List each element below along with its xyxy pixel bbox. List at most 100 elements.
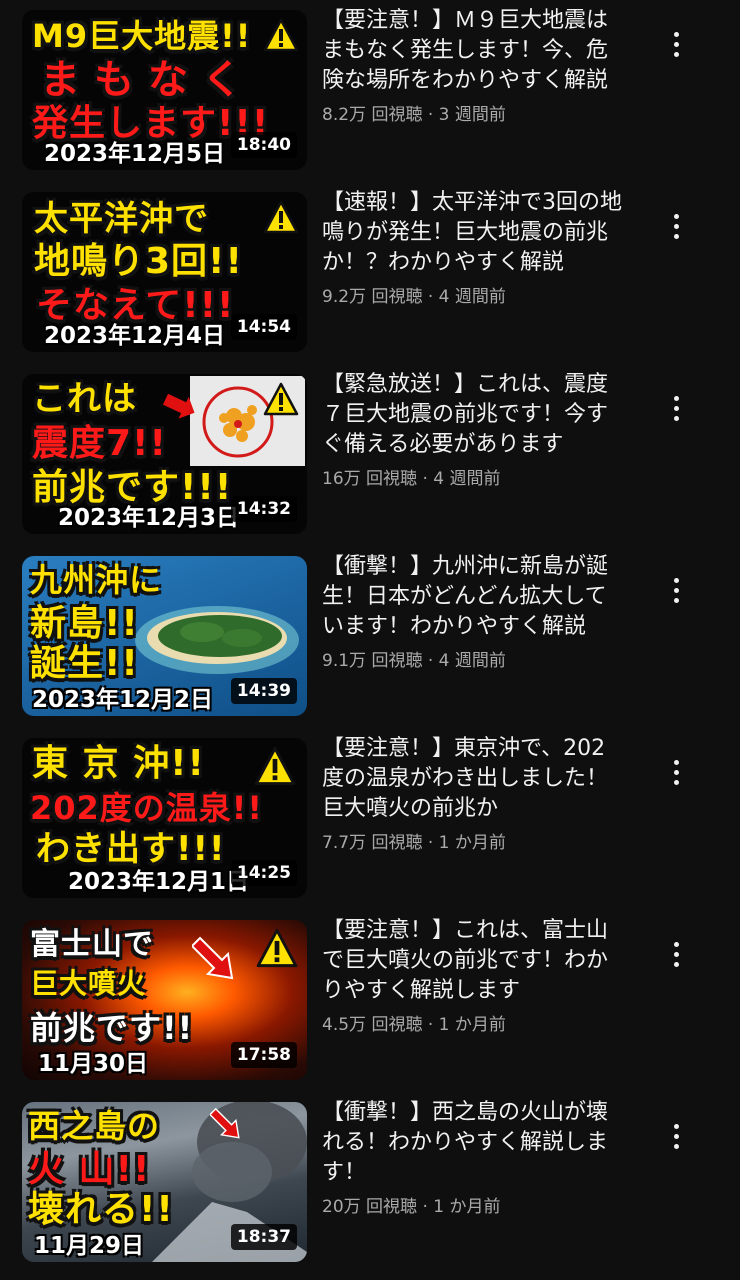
meta-separator: · <box>422 833 439 853</box>
thumbnail-date: 11月29日 <box>34 1233 145 1259</box>
thumbnail-caption: 西之島の <box>28 1107 161 1145</box>
warning-triangle-icon <box>263 200 299 234</box>
view-count: 9.2万 回視聴 <box>322 287 423 307</box>
video-feed: M9巨大地震!! まもなく 発生します!!! 2023年12月5日 18:40 … <box>0 0 740 1280</box>
video-info[interactable]: 【要注意！】Ｍ９巨大地震はまもなく発生します！今、危険な場所をわかりやすく解説 … <box>322 6 622 125</box>
view-count: 8.2万 回視聴 <box>322 105 423 125</box>
video-thumbnail[interactable]: これは 震度7!! 前兆です!!! 2023年12月3日 14:32 <box>22 374 307 534</box>
thumbnail-caption: 地鳴り3回!! <box>34 241 243 282</box>
warning-triangle-icon <box>256 928 298 968</box>
video-title[interactable]: 【要注意！】東京沖で、202度の温泉がわき出しました！巨大噴火の前兆か <box>322 734 622 824</box>
warning-triangle-icon <box>263 382 299 416</box>
video-info[interactable]: 【要注意！】これは、富士山で巨大噴火の前兆です！わかりやすく解説します 4.5万… <box>322 916 622 1035</box>
view-count: 4.5万 回視聴 <box>322 1015 423 1035</box>
island-image <box>135 606 299 674</box>
thumbnail-date: 2023年12月5日 <box>44 141 226 167</box>
thumbnail-date: 2023年12月1日 <box>68 869 250 895</box>
upload-age: 4 週間前 <box>433 469 501 489</box>
video-duration: 17:58 <box>230 1042 297 1068</box>
video-meta: 9.1万 回視聴 · 4 週間前 <box>322 646 622 671</box>
video-info[interactable]: 【速報！】太平洋沖で3回の地鳴りが発生！巨大地震の前兆か！？わかりやすく解説 9… <box>322 188 622 307</box>
video-title[interactable]: 【衝撃！】西之島の火山が壊れる！わかりやすく解説します！ <box>322 1098 622 1188</box>
video-info[interactable]: 【衝撃！】九州沖に新島が誕生！日本がどんどん拡大しています！わかりやすく解説 9… <box>322 552 622 671</box>
more-vert-icon[interactable] <box>660 934 692 974</box>
thumbnail-caption: 震度7!! <box>32 423 167 464</box>
video-meta: 9.2万 回視聴 · 4 週間前 <box>322 282 622 307</box>
view-count: 20万 回視聴 <box>322 1197 418 1217</box>
video-meta: 20万 回視聴 · 1 か月前 <box>322 1192 622 1217</box>
video-title[interactable]: 【要注意！】これは、富士山で巨大噴火の前兆です！わかりやすく解説します <box>322 916 622 1006</box>
thumbnail-caption: 巨大噴火 <box>30 967 147 1000</box>
video-item[interactable]: M9巨大地震!! まもなく 発生します!!! 2023年12月5日 18:40 … <box>0 0 740 170</box>
meta-separator: · <box>422 105 439 125</box>
thumbnail-date: 2023年12月3日 <box>58 505 240 531</box>
meta-separator: · <box>422 287 439 307</box>
more-vert-icon[interactable] <box>660 24 692 64</box>
video-duration: 14:39 <box>230 678 297 704</box>
more-vert-icon[interactable] <box>660 206 692 246</box>
thumbnail-caption: 太平洋沖で <box>34 199 209 239</box>
meta-separator: · <box>417 1197 434 1217</box>
thumbnail-caption: まもなく <box>40 57 256 103</box>
video-item[interactable]: 九州沖に 新島!! 誕生!! 2023年12月2日 14:39 【衝撃！】九州沖… <box>0 546 740 716</box>
video-title[interactable]: 【要注意！】Ｍ９巨大地震はまもなく発生します！今、危険な場所をわかりやすく解説 <box>322 6 622 96</box>
thumbnail-date: 2023年12月4日 <box>44 323 226 349</box>
video-title[interactable]: 【緊急放送！】これは、震度７巨大地震の前兆です！今すぐ備える必要があります <box>322 370 622 460</box>
more-vert-icon[interactable] <box>660 752 692 792</box>
thumbnail-caption: これは <box>32 379 137 419</box>
thumbnail-caption: M9巨大地震!! <box>32 17 252 55</box>
video-meta: 16万 回視聴 · 4 週間前 <box>322 464 622 489</box>
thumbnail-date: 11月30日 <box>38 1051 149 1077</box>
warning-triangle-icon <box>263 18 299 52</box>
video-duration: 18:37 <box>230 1224 297 1250</box>
video-info[interactable]: 【要注意！】東京沖で、202度の温泉がわき出しました！巨大噴火の前兆か 7.7万… <box>322 734 622 853</box>
thumbnail-caption: 壊れる!! <box>28 1189 174 1230</box>
video-meta: 4.5万 回視聴 · 1 か月前 <box>322 1010 622 1035</box>
upload-age: 1 か月前 <box>438 1015 506 1035</box>
red-arrow-icon <box>192 936 234 980</box>
video-duration: 14:54 <box>230 314 297 340</box>
video-item[interactable]: 太平洋沖で 地鳴り3回!! そなえて!!! 2023年12月4日 14:54 【… <box>0 182 740 352</box>
thumbnail-caption: 九州沖に <box>30 561 163 599</box>
upload-age: 4 週間前 <box>438 287 506 307</box>
red-arrow-icon <box>162 394 195 419</box>
video-duration: 14:32 <box>230 496 297 522</box>
video-thumbnail[interactable]: 太平洋沖で 地鳴り3回!! そなえて!!! 2023年12月4日 14:54 <box>22 192 307 352</box>
upload-age: 4 週間前 <box>438 651 506 671</box>
thumbnail-caption: 東 京 沖!! <box>32 743 205 784</box>
video-item[interactable]: 富士山で 巨大噴火 前兆です!! 11月30日 17:58 【要注意！】これは、… <box>0 910 740 1080</box>
video-info[interactable]: 【衝撃！】西之島の火山が壊れる！わかりやすく解説します！ 20万 回視聴 · 1… <box>322 1098 622 1217</box>
video-title[interactable]: 【速報！】太平洋沖で3回の地鳴りが発生！巨大地震の前兆か！？わかりやすく解説 <box>322 188 622 278</box>
video-meta: 7.7万 回視聴 · 1 か月前 <box>322 828 622 853</box>
video-item[interactable]: これは 震度7!! 前兆です!!! 2023年12月3日 14:32 【緊急放送… <box>0 364 740 534</box>
view-count: 7.7万 回視聴 <box>322 833 423 853</box>
video-thumbnail[interactable]: 九州沖に 新島!! 誕生!! 2023年12月2日 14:39 <box>22 556 307 716</box>
video-thumbnail[interactable]: 東 京 沖!! 202度の温泉!! わき出す!!! 2023年12月1日 14:… <box>22 738 307 898</box>
thumbnail-caption: 富士山で <box>30 927 154 962</box>
video-thumbnail[interactable]: M9巨大地震!! まもなく 発生します!!! 2023年12月5日 18:40 <box>22 10 307 170</box>
thumbnail-caption: 誕生!! <box>30 643 139 684</box>
video-item[interactable]: 西之島の 火 山!! 壊れる!! 11月29日 18:37 【衝撃！】西之島の火… <box>0 1092 740 1262</box>
video-item[interactable]: 東 京 沖!! 202度の温泉!! わき出す!!! 2023年12月1日 14:… <box>0 728 740 898</box>
video-info[interactable]: 【緊急放送！】これは、震度７巨大地震の前兆です！今すぐ備える必要があります 16… <box>322 370 622 489</box>
thumbnail-caption: 前兆です!! <box>30 1009 194 1047</box>
view-count: 16万 回視聴 <box>322 469 418 489</box>
thumbnail-date: 2023年12月2日 <box>32 687 214 713</box>
more-vert-icon[interactable] <box>660 388 692 428</box>
video-duration: 14:25 <box>230 860 297 886</box>
video-title[interactable]: 【衝撃！】九州沖に新島が誕生！日本がどんどん拡大しています！わかりやすく解説 <box>322 552 622 642</box>
meta-separator: · <box>422 1015 439 1035</box>
thumbnail-caption: 新島!! <box>30 603 139 644</box>
video-thumbnail[interactable]: 富士山で 巨大噴火 前兆です!! 11月30日 17:58 <box>22 920 307 1080</box>
upload-age: 1 か月前 <box>438 833 506 853</box>
thumbnail-caption: 火 山!! <box>28 1149 151 1190</box>
meta-separator: · <box>422 651 439 671</box>
thumbnail-caption: わき出す!!! <box>36 829 226 869</box>
video-thumbnail[interactable]: 西之島の 火 山!! 壊れる!! 11月29日 18:37 <box>22 1102 307 1262</box>
upload-age: 3 週間前 <box>438 105 506 125</box>
video-meta: 8.2万 回視聴 · 3 週間前 <box>322 100 622 125</box>
more-vert-icon[interactable] <box>660 570 692 610</box>
video-duration: 18:40 <box>230 132 297 158</box>
more-vert-icon[interactable] <box>660 1116 692 1156</box>
view-count: 9.1万 回視聴 <box>322 651 423 671</box>
